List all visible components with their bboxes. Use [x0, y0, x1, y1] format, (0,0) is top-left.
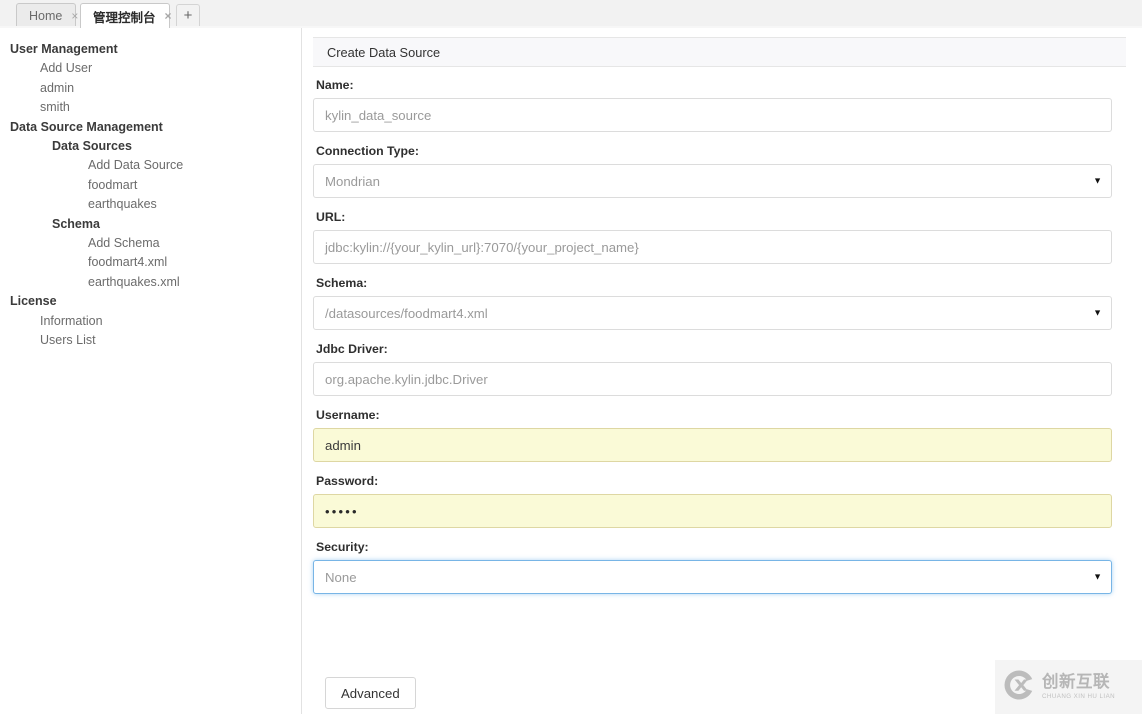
- browser-tab-home[interactable]: Home ×: [16, 3, 76, 27]
- chevron-down-icon: ▼: [1093, 309, 1102, 318]
- panel-header: Create Data Source: [313, 37, 1126, 67]
- close-icon[interactable]: ×: [165, 10, 172, 22]
- schema-label: Schema:: [313, 276, 1126, 290]
- watermark-text: 创新互联 CHUANG XIN HU LIAN: [1042, 674, 1115, 700]
- connection-type-value: Mondrian: [325, 174, 380, 189]
- url-input[interactable]: jdbc:kylin://{your_kylin_url}:7070/{your…: [313, 230, 1112, 264]
- sidebar-item-foodmart[interactable]: foodmart: [0, 176, 301, 195]
- browser-tab-strip: Home × 管理控制台 × +: [0, 0, 1142, 27]
- field-connection-type: Connection Type: Mondrian ▼: [313, 144, 1126, 198]
- sidebar-item-user-management[interactable]: User Management: [0, 40, 301, 59]
- url-label: URL:: [313, 210, 1126, 224]
- watermark: 创新互联 CHUANG XIN HU LIAN: [995, 660, 1142, 714]
- sidebar-item-users-list[interactable]: Users List: [0, 331, 301, 350]
- sidebar-item-data-sources[interactable]: Data Sources: [0, 137, 301, 156]
- sidebar-item-foodmart4-xml[interactable]: foodmart4.xml: [0, 253, 301, 272]
- new-tab-button[interactable]: +: [176, 4, 200, 26]
- field-schema: Schema: /datasources/foodmart4.xml ▼: [313, 276, 1126, 330]
- sidebar-item-schema[interactable]: Schema: [0, 215, 301, 234]
- connection-type-select[interactable]: Mondrian ▼: [313, 164, 1112, 198]
- field-url: URL: jdbc:kylin://{your_kylin_url}:7070/…: [313, 210, 1126, 264]
- password-label: Password:: [313, 474, 1126, 488]
- field-password: Password: •••••: [313, 474, 1126, 528]
- close-icon[interactable]: ×: [71, 10, 78, 22]
- sidebar-item-smith[interactable]: smith: [0, 98, 301, 117]
- chevron-down-icon: ▼: [1093, 177, 1102, 186]
- field-security: Security: None ▼: [313, 540, 1126, 594]
- watermark-pinyin: CHUANG XIN HU LIAN: [1042, 693, 1115, 700]
- field-name: Name: kylin_data_source: [313, 78, 1126, 132]
- password-masked-value: •••••: [325, 504, 359, 519]
- sidebar-item-admin[interactable]: admin: [0, 79, 301, 98]
- sidebar-item-add-data-source[interactable]: Add Data Source: [0, 156, 301, 175]
- create-data-source-form: Name: kylin_data_source Connection Type:…: [313, 67, 1126, 594]
- name-label: Name:: [313, 78, 1126, 92]
- sidebar-item-add-schema[interactable]: Add Schema: [0, 234, 301, 253]
- username-input[interactable]: admin: [313, 428, 1112, 462]
- jdbc-driver-input[interactable]: org.apache.kylin.jdbc.Driver: [313, 362, 1112, 396]
- username-label: Username:: [313, 408, 1126, 422]
- sidebar-item-earthquakes[interactable]: earthquakes: [0, 195, 301, 214]
- schema-value: /datasources/foodmart4.xml: [325, 306, 488, 321]
- browser-tab-label: Home: [29, 9, 62, 23]
- browser-tab-admin-console[interactable]: 管理控制台 ×: [80, 3, 170, 28]
- sidebar-item-license[interactable]: License: [0, 292, 301, 311]
- sidebar-item-add-user[interactable]: Add User: [0, 59, 301, 78]
- create-data-source-panel: Create Data Source Name: kylin_data_sour…: [313, 37, 1126, 594]
- jdbc-driver-label: Jdbc Driver:: [313, 342, 1126, 356]
- sidebar-item-earthquakes-xml[interactable]: earthquakes.xml: [0, 273, 301, 292]
- security-select[interactable]: None ▼: [313, 560, 1112, 594]
- sidebar-navigation: User Management Add User admin smith Dat…: [0, 28, 302, 714]
- advanced-button[interactable]: Advanced: [325, 677, 416, 709]
- page-title: Create Data Source: [327, 45, 440, 60]
- security-value: None: [325, 570, 357, 585]
- sidebar-item-information[interactable]: Information: [0, 312, 301, 331]
- browser-tab-label: 管理控制台: [93, 7, 156, 26]
- watermark-chinese-name: 创新互联: [1042, 674, 1115, 691]
- security-label: Security:: [313, 540, 1126, 554]
- chevron-down-icon: ▼: [1093, 573, 1102, 582]
- password-input[interactable]: •••••: [313, 494, 1112, 528]
- sidebar-item-data-source-management[interactable]: Data Source Management: [0, 118, 301, 137]
- field-jdbc-driver: Jdbc Driver: org.apache.kylin.jdbc.Drive…: [313, 342, 1126, 396]
- chuangxin-logo-icon: [1002, 668, 1036, 707]
- main-content: Create Data Source Name: kylin_data_sour…: [303, 28, 1142, 714]
- name-input[interactable]: kylin_data_source: [313, 98, 1112, 132]
- connection-type-label: Connection Type:: [313, 144, 1126, 158]
- field-username: Username: admin: [313, 408, 1126, 462]
- schema-select[interactable]: /datasources/foodmart4.xml ▼: [313, 296, 1112, 330]
